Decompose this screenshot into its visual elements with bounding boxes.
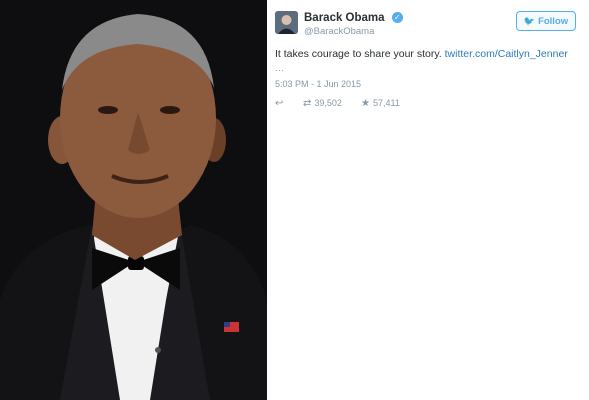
tweet-actions: ↩ ⇄ 39,502 ★ 57,411 bbox=[275, 96, 400, 110]
tweet-text: It takes courage to share your story. tw… bbox=[275, 47, 581, 61]
portrait-photo bbox=[0, 0, 267, 400]
portrait-illustration bbox=[0, 0, 267, 400]
follow-button[interactable]: 🐦 Follow bbox=[516, 11, 576, 31]
avatar-image bbox=[275, 11, 298, 34]
tweet-body: It takes courage to share your story. bbox=[275, 48, 442, 60]
tweet-ellipsis[interactable]: … bbox=[275, 63, 284, 73]
tweet-link[interactable]: twitter.com/Caitlyn_Jenner bbox=[445, 48, 568, 60]
user-handle[interactable]: @BarackObama bbox=[304, 26, 374, 37]
star-icon: ★ bbox=[361, 97, 370, 109]
reply-button[interactable]: ↩ bbox=[275, 98, 303, 109]
like-count: 57,411 bbox=[372, 98, 400, 108]
reply-icon: ↩ bbox=[275, 97, 284, 109]
bird-icon: 🐦 bbox=[523, 15, 536, 26]
avatar[interactable] bbox=[275, 11, 298, 34]
display-name-text[interactable]: Barack Obama bbox=[304, 12, 385, 24]
tweet-card: Barack Obama ✓ @BarackObama 🐦 Follow It … bbox=[267, 0, 589, 400]
retweet-icon: ⇄ bbox=[303, 97, 312, 109]
retweet-count: 39,502 bbox=[314, 98, 342, 108]
like-button[interactable]: ★ 57,411 bbox=[361, 98, 400, 109]
verified-icon: ✓ bbox=[391, 12, 403, 23]
display-name[interactable]: Barack Obama ✓ bbox=[304, 12, 403, 24]
follow-label: Follow bbox=[538, 15, 569, 27]
retweet-button[interactable]: ⇄ 39,502 bbox=[303, 98, 361, 109]
tweet-timestamp[interactable]: 5:03 PM - 1 Jun 2015 bbox=[275, 79, 361, 89]
